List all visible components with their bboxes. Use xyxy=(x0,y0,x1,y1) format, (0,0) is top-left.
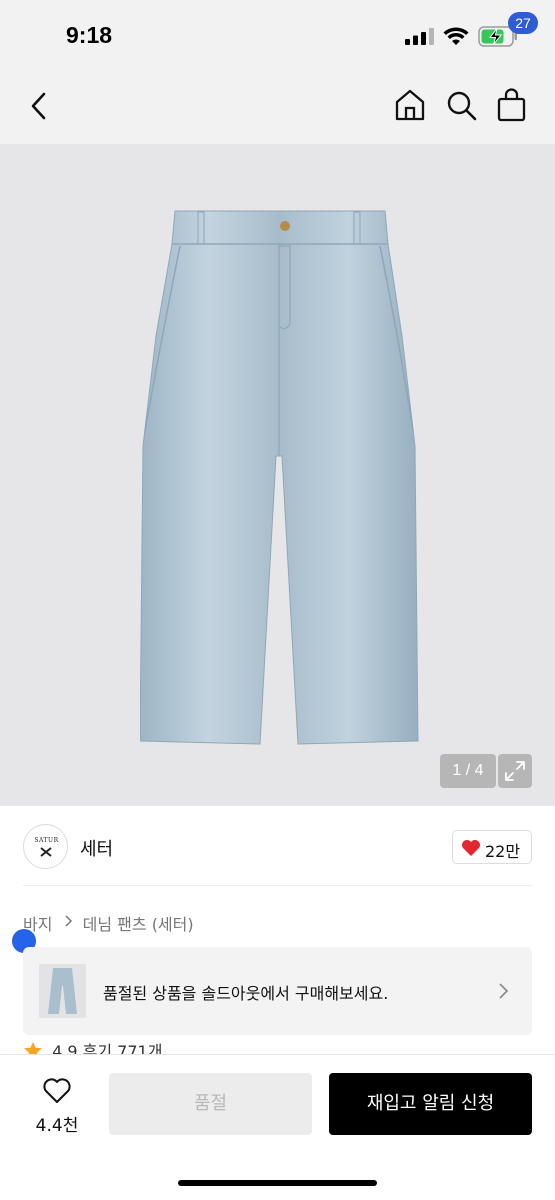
heart-filled-icon xyxy=(462,840,480,856)
breadcrumb-subcategory[interactable]: 데님 팬츠 (세터) xyxy=(83,911,194,935)
breadcrumb: 바지 데님 팬츠 (세터) xyxy=(23,911,194,935)
denim-pants-image xyxy=(140,210,419,745)
soldout-market-banner[interactable]: 품절된 상품을 솔드아웃에서 구매해보세요. xyxy=(23,947,532,1035)
soldout-banner-text: 품절된 상품을 솔드아웃에서 구매해보세요. xyxy=(103,984,389,1003)
chevron-right-icon xyxy=(499,983,509,999)
expand-icon[interactable] xyxy=(498,754,532,788)
brand-row[interactable]: SATUR 세터 22만 xyxy=(0,806,555,886)
wishlist-button[interactable]: 4.4천 xyxy=(22,1073,92,1137)
top-nav-bar xyxy=(0,72,555,144)
search-icon[interactable] xyxy=(444,86,480,124)
brand-logo[interactable]: SATUR xyxy=(23,824,68,869)
soldout-button: 품절 xyxy=(109,1073,312,1135)
home-icon[interactable] xyxy=(392,86,428,124)
cellular-signal-icon xyxy=(405,28,434,45)
brand-like-button[interactable]: 22만 xyxy=(452,830,532,864)
status-time: 9:18 xyxy=(66,22,113,48)
wifi-icon xyxy=(443,27,469,45)
brand-like-count: 22만 xyxy=(485,842,521,861)
shopping-bag-icon[interactable] xyxy=(494,86,530,124)
heart-outline-icon xyxy=(43,1078,71,1103)
bottom-action-bar: 4.4천 품절 재입고 알림 신청 xyxy=(0,1054,555,1200)
product-image-gallery[interactable]: 1 / 4 xyxy=(0,144,555,806)
crossed-bones-icon xyxy=(40,847,52,857)
brand-name[interactable]: 세터 xyxy=(80,835,113,861)
home-indicator xyxy=(178,1180,377,1186)
restock-alert-button[interactable]: 재입고 알림 신청 xyxy=(329,1073,532,1135)
divider xyxy=(23,885,532,886)
chevron-right-icon xyxy=(65,914,72,927)
status-bar: 9:18 xyxy=(0,0,555,72)
product-thumbnail xyxy=(39,964,86,1018)
back-arrow-icon[interactable] xyxy=(24,88,56,124)
brand-logo-text: SATUR xyxy=(34,837,59,844)
image-counter: 1 / 4 xyxy=(440,754,496,788)
wishlist-count: 4.4천 xyxy=(35,1116,79,1136)
cart-count-badge: 27 xyxy=(508,12,538,34)
